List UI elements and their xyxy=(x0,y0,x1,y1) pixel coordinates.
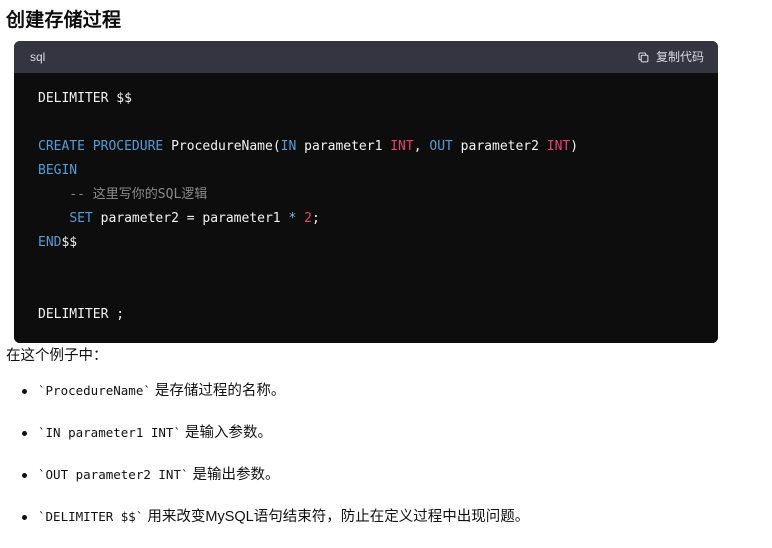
copy-code-label: 复制代码 xyxy=(655,50,704,64)
inline-code: `DELIMITER $$` xyxy=(38,509,144,524)
code-token: parameter2 = parameter1 xyxy=(92,211,289,226)
code-token: ; xyxy=(311,211,320,226)
inline-code: `OUT parameter2 INT` xyxy=(38,467,189,482)
code-block-body[interactable]: DELIMITER $$ CREATE PROCEDURE ProcedureN… xyxy=(14,73,718,343)
code-token: -- 这里写你的SQL逻辑 xyxy=(38,187,208,202)
inline-code: `ProcedureName` xyxy=(38,383,151,398)
code-language-label: sql xyxy=(30,50,46,64)
code-block: sql 复制代码 DELIMITER $$ CREATE PROCEDURE P… xyxy=(14,41,718,343)
list-item: `DELIMITER $$` 用来改变MySQL语句结束符，防止在定义过程中出现… xyxy=(21,506,530,528)
code-token: parameter2 xyxy=(452,139,547,154)
list-item: `IN parameter1 INT` 是输入参数。 xyxy=(21,422,529,444)
code-block-header: sql 复制代码 xyxy=(14,41,718,73)
copy-code-button[interactable]: 复制代码 xyxy=(635,47,706,67)
code-token: INT xyxy=(390,139,414,154)
page-root: 创建存储过程 sql 复制代码 DELIMITER $$ CREATE PROC… xyxy=(0,0,772,543)
code-token: DELIMITER $$ xyxy=(38,91,132,106)
code-token: CREATE xyxy=(38,139,85,154)
code-token: DELIMITER ; xyxy=(38,307,125,322)
code-token: parameter1 xyxy=(296,139,391,154)
page-title: 创建存储过程 xyxy=(6,10,122,31)
list-item-text: 用来改变MySQL语句结束符，防止在定义过程中出现问题。 xyxy=(143,509,530,525)
explanation-list: `ProcedureName` 是存储过程的名称。 `IN parameter1 … xyxy=(0,380,529,548)
code-token: ) xyxy=(570,139,579,154)
code-token: OUT xyxy=(429,139,453,154)
code-token: INT xyxy=(546,139,571,154)
list-item-text: 是输入参数。 xyxy=(181,425,273,441)
code-token: END xyxy=(38,235,62,250)
intro-paragraph: 在这个例子中： xyxy=(6,348,108,364)
code-token: BEGIN xyxy=(38,163,78,178)
code-token: , xyxy=(413,139,430,154)
list-item-text: 是输出参数。 xyxy=(188,467,280,483)
code-token: IN xyxy=(280,139,297,154)
inline-code: `IN parameter1 INT` xyxy=(38,425,181,440)
copy-icon xyxy=(637,51,650,64)
list-item: `ProcedureName` 是存储过程的名称。 xyxy=(21,380,529,402)
list-item-text: 是存储过程的名称。 xyxy=(150,383,286,399)
code-token: $$ xyxy=(61,235,78,250)
code-content: DELIMITER $$ CREATE PROCEDURE ProcedureN… xyxy=(38,87,702,327)
code-token: 2 xyxy=(304,211,312,226)
list-item: `OUT parameter2 INT` 是输出参数。 xyxy=(21,464,529,486)
code-token: SET xyxy=(69,211,93,226)
code-token: ProcedureName( xyxy=(163,139,281,154)
code-token: PROCEDURE xyxy=(92,139,164,154)
